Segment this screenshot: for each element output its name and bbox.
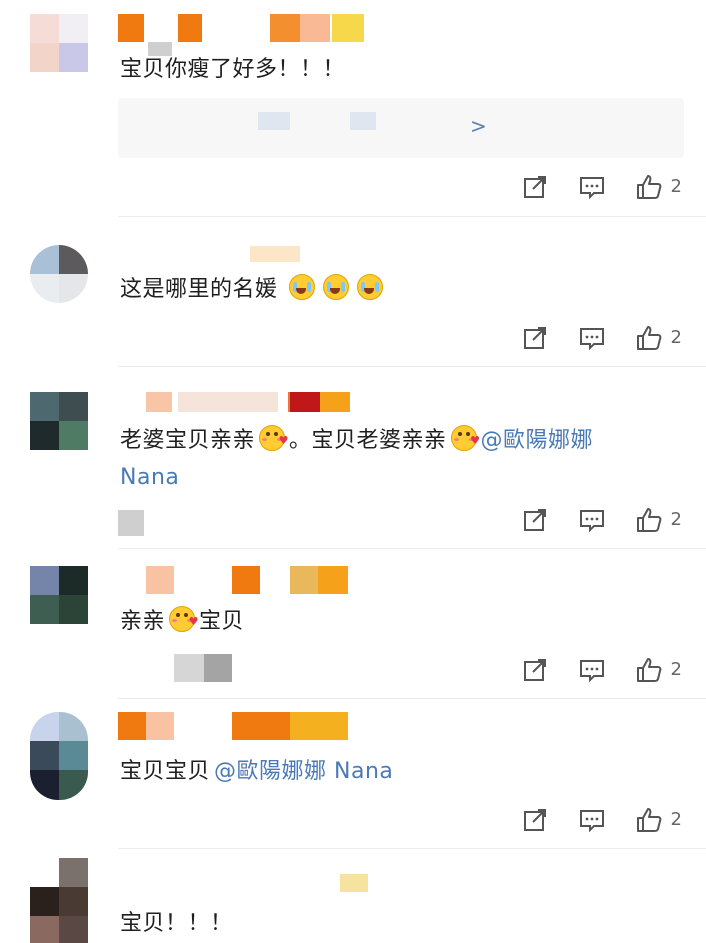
link-preview[interactable]: > [118,98,684,158]
kissing-face-icon: ♥ [167,604,198,634]
comment-actions: 2 [492,324,682,352]
like-count: 2 [670,327,682,348]
share-icon[interactable] [521,806,549,834]
avatar[interactable] [30,858,88,943]
share-icon[interactable] [521,506,549,534]
share-icon[interactable] [521,656,549,684]
comment-1: 宝贝你瘦了好多！！！ > 2 [0,0,706,218]
avatar[interactable] [30,245,88,303]
comment-6: 宝贝！！！ [0,850,706,943]
avatar[interactable] [30,392,88,450]
comment-4: 亲亲 ♥ 宝贝 2 [0,550,706,700]
share-icon[interactable] [521,324,549,352]
thumbs-up-icon[interactable] [635,506,663,534]
comment-2: 这是哪里的名媛 2 [0,218,706,368]
username[interactable] [118,712,358,740]
crying-face-icon [287,272,317,302]
comment-actions: 2 [492,806,682,834]
username[interactable] [118,566,358,594]
comment-text: 老婆宝贝亲亲 ♥ 。宝贝老婆亲亲 ♥ @歐陽娜娜 [120,423,593,459]
chevron-right-icon: > [470,114,487,138]
kissing-face-icon: ♥ [257,423,288,453]
crying-face-icon [355,272,385,302]
comment-icon[interactable] [578,806,606,834]
thumbs-up-icon[interactable] [635,324,663,352]
mention-link[interactable]: @歐陽娜娜 Nana [214,759,393,784]
avatar[interactable] [30,566,88,624]
comment-actions: 2 [492,656,682,684]
like-count: 2 [670,176,682,197]
comment-icon[interactable] [578,656,606,684]
crying-face-icon [321,272,351,302]
share-icon[interactable] [521,173,549,201]
username[interactable] [118,392,358,412]
comment-actions: 2 [492,506,682,534]
comment-actions: 2 [492,173,682,201]
comment-icon[interactable] [578,324,606,352]
comment-5: 宝贝宝贝 @歐陽娜娜 Nana 2 [0,700,706,850]
like-count: 2 [670,509,682,530]
comment-icon[interactable] [578,173,606,201]
like-count: 2 [670,809,682,830]
username[interactable] [118,14,378,42]
mention-link[interactable]: @歐陽娜娜 [481,428,594,453]
avatar[interactable] [30,712,88,800]
comment-text: 亲亲 ♥ 宝贝 [120,604,244,640]
mention-link[interactable]: Nana [120,460,179,496]
comment-3: 老婆宝贝亲亲 ♥ 。宝贝老婆亲亲 ♥ @歐陽娜娜 Nana 2 [0,368,706,550]
thumbs-up-icon[interactable] [635,656,663,684]
thumbs-up-icon[interactable] [635,806,663,834]
comment-text: 宝贝你瘦了好多！！！ [120,57,346,82]
avatar[interactable] [30,14,88,72]
comment-icon[interactable] [578,506,606,534]
comment-text: 宝贝宝贝 @歐陽娜娜 Nana [120,759,394,784]
comment-text: 宝贝！！！ [120,911,233,936]
comment-text: 这是哪里的名媛 [120,272,387,308]
kissing-face-icon: ♥ [449,423,480,453]
thumbs-up-icon[interactable] [635,173,663,201]
like-count: 2 [670,659,682,680]
